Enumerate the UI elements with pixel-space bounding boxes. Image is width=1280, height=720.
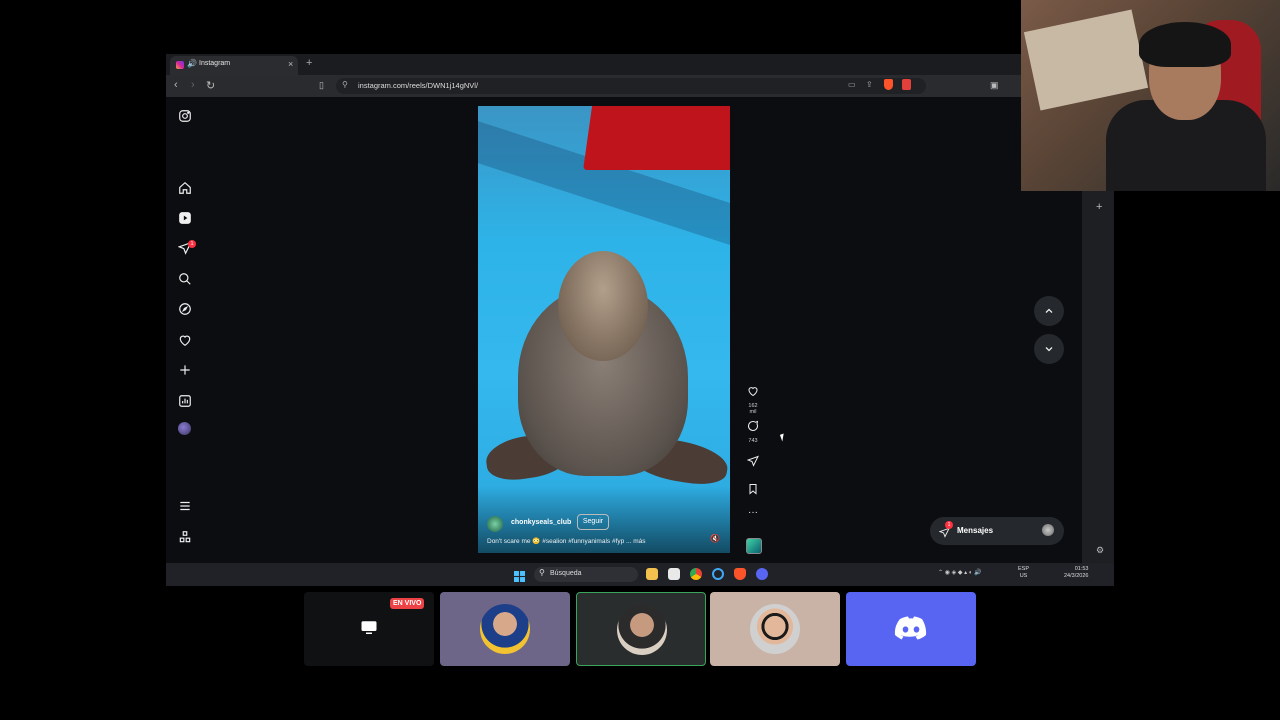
calendar-app-icon[interactable] xyxy=(668,568,680,580)
participant-avatar xyxy=(480,604,530,654)
explore-icon[interactable] xyxy=(178,302,192,316)
share-icon[interactable]: ⇪ xyxy=(866,80,873,89)
taskbar-search-placeholder: Búsqueda xyxy=(550,570,582,577)
navigation-bar: ‹ › ↻ ▯ ⚲ instagram.com/reels/DWN1j14gNV… xyxy=(166,75,1114,97)
app-ring-icon[interactable] xyxy=(712,568,724,580)
reel-caption[interactable]: Don't scare me 😳 #sealion #funnyanimals … xyxy=(487,537,646,545)
video-red-object xyxy=(583,106,730,170)
cast-icon[interactable]: ▭ xyxy=(848,80,856,89)
profile-avatar[interactable] xyxy=(178,422,191,435)
search-icon: ⚲ xyxy=(539,568,545,577)
reel-username[interactable]: chonkyseals_club xyxy=(511,519,571,526)
system-tray-icons[interactable]: ⌃ ◉ ◈ ◆ ▴ ◐ 🔊 xyxy=(938,569,982,576)
instagram-favicon-icon xyxy=(176,61,184,69)
follow-button[interactable]: Seguir xyxy=(577,514,609,530)
file-explorer-icon[interactable] xyxy=(646,568,658,580)
tab-title: Instagram xyxy=(199,60,231,67)
save-button[interactable] xyxy=(746,482,760,500)
messages-label: Mensajes xyxy=(957,526,994,535)
send-icon xyxy=(746,454,759,471)
webcam-background-box xyxy=(1023,9,1149,111)
participant-avatar xyxy=(617,605,667,655)
home-icon[interactable] xyxy=(178,181,192,195)
menu-icon[interactable] xyxy=(178,499,192,513)
comment-icon xyxy=(747,419,759,436)
discord-participant-tile[interactable] xyxy=(846,592,976,666)
site-info-icon[interactable]: ⚲ xyxy=(342,80,348,89)
speaker-icon[interactable]: 🔊 xyxy=(187,59,197,68)
reel-author-avatar[interactable] xyxy=(487,516,503,532)
sea-lion-head xyxy=(558,251,648,361)
webcam-person-hair xyxy=(1139,22,1231,67)
discord-logo-icon xyxy=(893,616,929,642)
like-count: 162 mil xyxy=(748,403,758,415)
brave-shield-icon[interactable] xyxy=(884,79,893,90)
also-from-meta-icon[interactable] xyxy=(178,530,192,544)
instagram-logo-icon[interactable] xyxy=(178,109,192,123)
participant-avatar xyxy=(750,604,800,654)
notification-badge: 1 xyxy=(188,240,196,248)
discord-taskbar-icon[interactable] xyxy=(756,568,768,580)
more-options-icon[interactable]: ··· xyxy=(746,507,760,518)
instagram-page: 1 chonkyseals_club Seguir Don't scare me… xyxy=(166,97,1082,563)
windows-start-icon[interactable] xyxy=(514,569,525,582)
comment-count: 743 xyxy=(748,438,758,444)
bookmark-icon xyxy=(747,482,759,499)
sidebar-toggle-icon[interactable]: ▣ xyxy=(990,80,999,91)
settings-gear-icon[interactable]: ⚙ xyxy=(1096,545,1104,556)
brave-rewards-icon[interactable] xyxy=(902,79,911,90)
address-bar[interactable]: ⚲ instagram.com/reels/DWN1j14gNVl/ ▭ ⇪ xyxy=(336,78,926,94)
message-avatar xyxy=(1042,524,1054,536)
chrome-icon[interactable] xyxy=(690,568,702,580)
next-reel-button[interactable] xyxy=(1034,334,1064,364)
messages-badge: 1 xyxy=(945,521,953,529)
back-icon[interactable]: ‹ xyxy=(174,79,178,91)
bookmark-icon[interactable]: ▯ xyxy=(319,80,324,91)
search-icon[interactable] xyxy=(178,272,192,286)
create-icon[interactable] xyxy=(178,363,192,377)
discord-participant-tile-speaking[interactable] xyxy=(576,592,706,666)
close-tab-icon[interactable]: × xyxy=(288,59,293,69)
add-panel-icon[interactable]: + xyxy=(1096,201,1102,213)
new-tab-icon[interactable]: + xyxy=(306,57,312,69)
url-text: instagram.com/reels/DWN1j14gNVl/ xyxy=(358,81,479,90)
mute-icon[interactable]: 🔇 xyxy=(710,534,720,543)
share-button[interactable] xyxy=(746,454,760,472)
language-indicator[interactable]: ESP US xyxy=(1018,566,1029,580)
heart-icon[interactable] xyxy=(178,333,192,347)
live-badge: EN VIVO xyxy=(390,598,425,609)
brave-icon[interactable] xyxy=(734,568,746,580)
discord-participant-tile[interactable] xyxy=(440,592,570,666)
chevron-up-icon xyxy=(1043,304,1055,321)
taskbar-clock[interactable]: 01:53 24/3/2026 xyxy=(1064,566,1088,580)
dashboard-icon[interactable] xyxy=(178,394,192,408)
reels-icon[interactable] xyxy=(178,211,192,225)
reload-icon[interactable]: ↻ xyxy=(206,79,215,92)
messages-pill[interactable]: 1 Mensajes xyxy=(930,517,1064,545)
forward-icon[interactable]: › xyxy=(191,79,195,91)
tab-instagram[interactable]: 🔊 Instagram × xyxy=(170,56,298,75)
browser-window: 🔊 Instagram × + ‹ › ↻ ▯ ⚲ instagram.com/… xyxy=(166,54,1114,586)
language-code: ESP xyxy=(1018,566,1030,572)
taskbar-search[interactable]: ⚲ Búsqueda xyxy=(534,567,638,582)
discord-participant-tile[interactable] xyxy=(710,592,840,666)
discord-stream-tile[interactable]: EN VIVO xyxy=(304,592,434,666)
keyboard-layout: US xyxy=(1019,573,1028,579)
screen-share-icon xyxy=(360,619,378,637)
like-button[interactable]: 162 mil xyxy=(746,384,760,415)
heart-icon xyxy=(747,384,759,401)
tab-bar: 🔊 Instagram × + xyxy=(166,54,1114,75)
chevron-down-icon xyxy=(1043,342,1055,359)
clock-date: 24/3/2026 xyxy=(1064,573,1089,579)
original-audio-thumbnail[interactable] xyxy=(746,538,762,554)
clock-time: 01:53 xyxy=(1074,566,1089,572)
previous-reel-button[interactable] xyxy=(1034,296,1064,326)
windows-taskbar: ⚲ Búsqueda ⌃ ◉ ◈ ◆ ▴ ◐ 🔊 ESP US 01:53 24… xyxy=(166,563,1114,586)
comment-button[interactable]: 743 xyxy=(746,419,760,444)
webcam-overlay xyxy=(1021,0,1280,191)
reel-video[interactable]: chonkyseals_club Seguir Don't scare me 😳… xyxy=(478,106,730,553)
instagram-sidebar: 1 xyxy=(166,97,206,563)
